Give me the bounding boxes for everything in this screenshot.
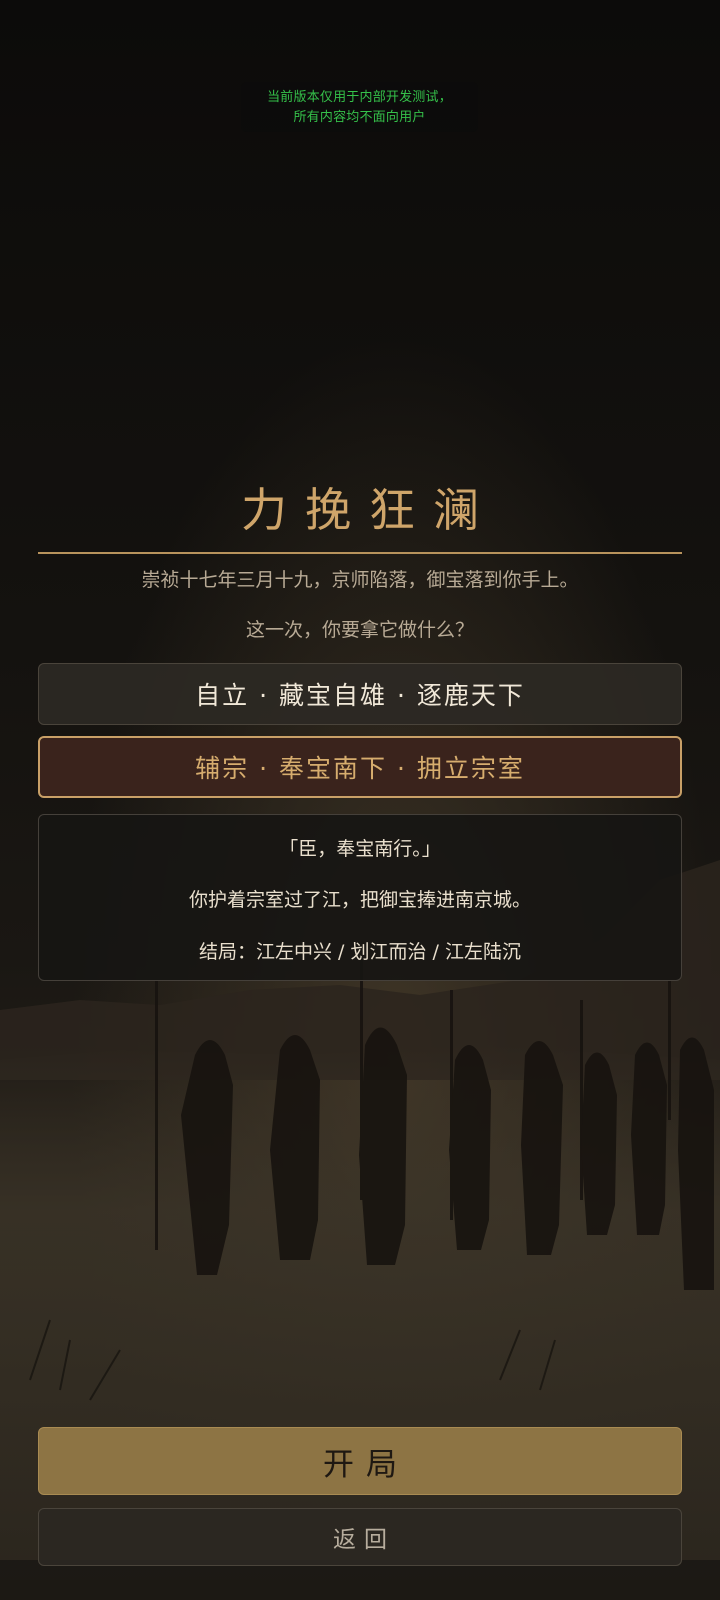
detail-description: 你护着宗室过了江，把御宝捧进南京城。: [188, 889, 531, 911]
back-button[interactable]: 返回: [38, 1508, 682, 1566]
option-support-royal-house[interactable]: 辅宗 · 奉宝南下 · 拥立宗室: [38, 736, 682, 798]
start-game-button[interactable]: 开局: [38, 1427, 682, 1495]
story-intro-text: 崇祯十七年三月十九，京师陷落，御宝落到你手上。: [141, 569, 579, 591]
story-start-screen: 当前版本仅用于内部开发测试， 所有内容均不面向用户 力挽狂澜 崇祯十七年三月十九…: [0, 0, 720, 1600]
detail-quote: 「臣，奉宝南行。」: [279, 838, 441, 860]
title-divider: [38, 552, 682, 554]
choice-prompt: 这一次，你要拿它做什么？: [245, 619, 474, 641]
detail-endings: 结局：江左中兴 / 划江而治 / 江左陆沉: [199, 941, 521, 963]
dev-banner-line-1: 当前版本仅用于内部开发测试，: [267, 89, 452, 105]
option-detail-panel: 「臣，奉宝南行。」 你护着宗室过了江，把御宝捧进南京城。 结局：江左中兴 / 划…: [38, 814, 682, 981]
dev-test-banner: 当前版本仅用于内部开发测试， 所有内容均不面向用户: [241, 82, 478, 132]
page-title: 力挽狂澜: [241, 483, 497, 537]
dev-banner-line-2: 所有内容均不面向用户: [293, 109, 426, 125]
option-independence[interactable]: 自立 · 藏宝自雄 · 逐鹿天下: [38, 663, 682, 725]
